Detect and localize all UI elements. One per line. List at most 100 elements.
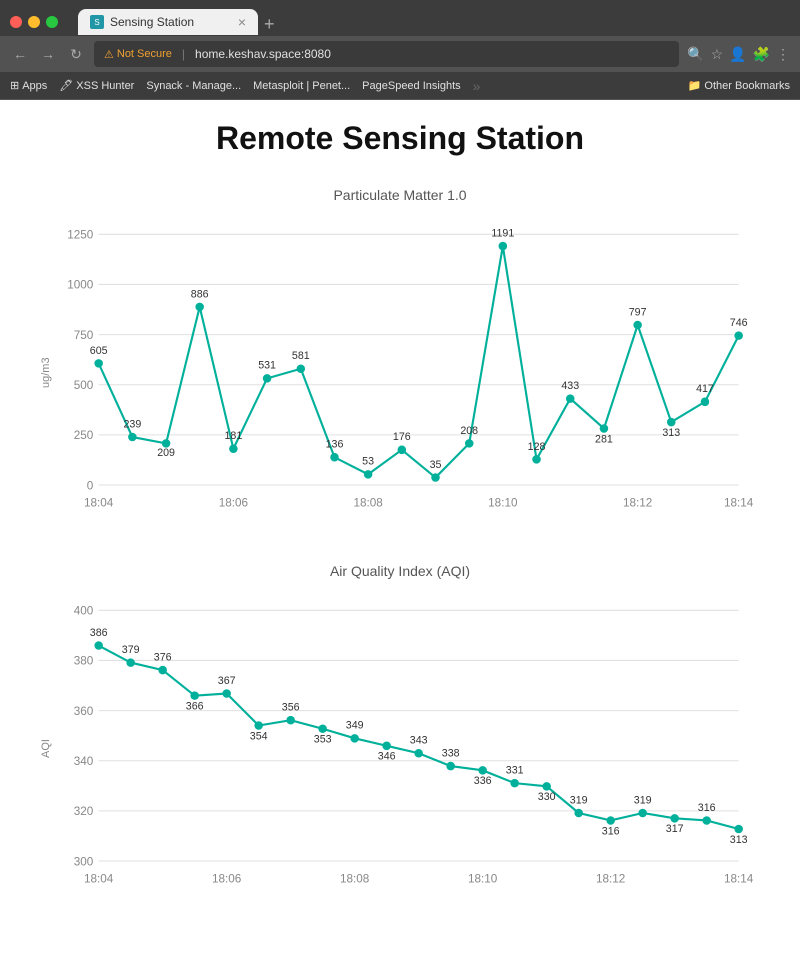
other-bookmarks[interactable]: 📁 Other Bookmarks [688,79,790,92]
pm10-dot-5 [263,374,272,383]
bookmarks-more[interactable]: » [473,78,481,94]
bookmark-xss[interactable]: 🖊 XSS Hunter [59,79,134,92]
address-input[interactable]: ⚠ Not Secure | home.keshav.space:8080 [94,41,679,67]
toolbar-icons: 🔍 ☆ 👤 🧩 ⋮ [687,46,790,63]
svg-text:18:14: 18:14 [724,496,754,509]
aqi-dot-14 [542,782,551,791]
svg-text:376: 376 [154,651,172,663]
tab-close-button[interactable]: × [238,15,246,29]
forward-button[interactable]: → [38,46,58,62]
back-button[interactable]: ← [10,46,30,62]
pm10-label-0: 605 [90,345,108,357]
svg-text:18:08: 18:08 [340,872,370,885]
pm10-y-label: ug/m3 [40,213,52,533]
pm10-dot-17 [667,418,676,427]
aqi-dot-12 [478,766,487,775]
minimize-button[interactable] [28,16,40,28]
svg-text:250: 250 [74,429,94,442]
pm10-dot-8 [364,470,373,479]
extensions-icon[interactable]: 🧩 [753,46,770,63]
search-icon[interactable]: 🔍 [687,46,704,63]
svg-text:349: 349 [346,720,364,732]
pm10-label-17: 313 [662,427,680,439]
svg-text:313: 313 [730,834,748,846]
svg-text:18:04: 18:04 [84,872,114,885]
pm10-chart-section: Particulate Matter 1.0 ug/m3 1250 1000 7… [40,187,760,533]
svg-text:18:04: 18:04 [84,496,114,509]
pm10-dot-13 [532,455,541,464]
pm10-dot-18 [701,398,710,407]
new-tab-button[interactable]: + [264,14,275,35]
svg-text:18:06: 18:06 [219,496,248,509]
svg-text:340: 340 [74,755,94,768]
page-content: Remote Sensing Station Particulate Matte… [0,100,800,959]
browser-window: S Sensing Station × + ← → ↻ ⚠ Not Secure… [0,0,800,100]
bookmark-synack[interactable]: Synack - Manage... [146,80,241,92]
aqi-dot-11 [446,762,455,771]
bookmark-metasploit[interactable]: Metasploit | Penet... [253,80,350,92]
svg-text:18:12: 18:12 [596,872,625,885]
pm10-dot-12 [499,242,508,251]
pm10-label-14: 433 [561,380,579,392]
svg-text:367: 367 [218,675,236,687]
apps-grid-icon: ⊞ [10,79,19,92]
aqi-dot-13 [510,779,519,788]
pm10-dot-15 [600,424,609,433]
pm10-dot-4 [229,444,238,453]
warning-icon: ⚠ [104,48,114,61]
aqi-dot-7 [318,724,327,733]
aqi-chart-inner: 400 380 360 340 320 300 386 379 376 [56,589,760,909]
aqi-dot-5 [254,721,263,730]
pm10-label-2: 209 [157,447,175,459]
active-tab[interactable]: S Sensing Station × [78,9,258,35]
bookmark-apps[interactable]: ⊞ Apps [10,79,47,92]
aqi-dot-0 [94,641,103,650]
pm10-dot-19 [734,331,743,340]
aqi-dot-17 [638,809,647,818]
svg-text:317: 317 [666,823,684,835]
close-button[interactable] [10,16,22,28]
aqi-y-label: AQI [40,589,52,909]
svg-text:1000: 1000 [67,279,94,292]
svg-text:360: 360 [74,705,94,718]
pm10-label-10: 35 [430,459,442,471]
security-badge: ⚠ Not Secure [104,48,172,61]
pm10-chart-title: Particulate Matter 1.0 [40,187,760,203]
aqi-dot-4 [222,689,231,698]
pm10-label-9: 176 [393,431,411,443]
svg-text:380: 380 [74,655,94,668]
pm10-dot-14 [566,394,575,403]
svg-text:18:12: 18:12 [623,496,652,509]
svg-text:0: 0 [87,479,94,492]
maximize-button[interactable] [46,16,58,28]
menu-icon[interactable]: ⋮ [776,46,790,63]
address-separator: | [182,47,185,61]
pm10-chart-inner: 1250 1000 750 500 250 0 605 [56,213,760,533]
svg-text:300: 300 [74,855,94,868]
pm10-dot-10 [431,473,440,482]
address-text: home.keshav.space:8080 [195,47,331,61]
pm10-dot-6 [297,364,306,373]
tab-bar: S Sensing Station × + [78,9,790,35]
pm10-line [99,246,739,477]
svg-text:343: 343 [410,735,428,747]
pm10-label-1: 239 [123,418,141,430]
pm10-label-6: 581 [292,350,310,362]
bookmark-icon[interactable]: ☆ [711,46,724,63]
svg-text:356: 356 [282,702,300,714]
pm10-label-18: 417 [696,383,714,395]
bookmark-pagespeed[interactable]: PageSpeed Insights [362,80,460,92]
profile-icon[interactable]: 👤 [729,46,746,63]
svg-text:338: 338 [442,747,460,759]
title-bar: S Sensing Station × + [0,0,800,36]
aqi-dot-16 [606,816,615,825]
aqi-dot-10 [414,749,423,758]
pm10-chart-wrapper: ug/m3 1250 1000 750 500 250 0 [40,213,760,533]
tab-favicon: S [90,15,104,29]
pm10-dot-9 [398,446,407,455]
svg-text:18:10: 18:10 [468,872,498,885]
svg-text:750: 750 [74,329,94,342]
aqi-dot-8 [350,734,359,743]
refresh-button[interactable]: ↻ [66,46,86,63]
pm10-label-19: 746 [730,317,748,329]
